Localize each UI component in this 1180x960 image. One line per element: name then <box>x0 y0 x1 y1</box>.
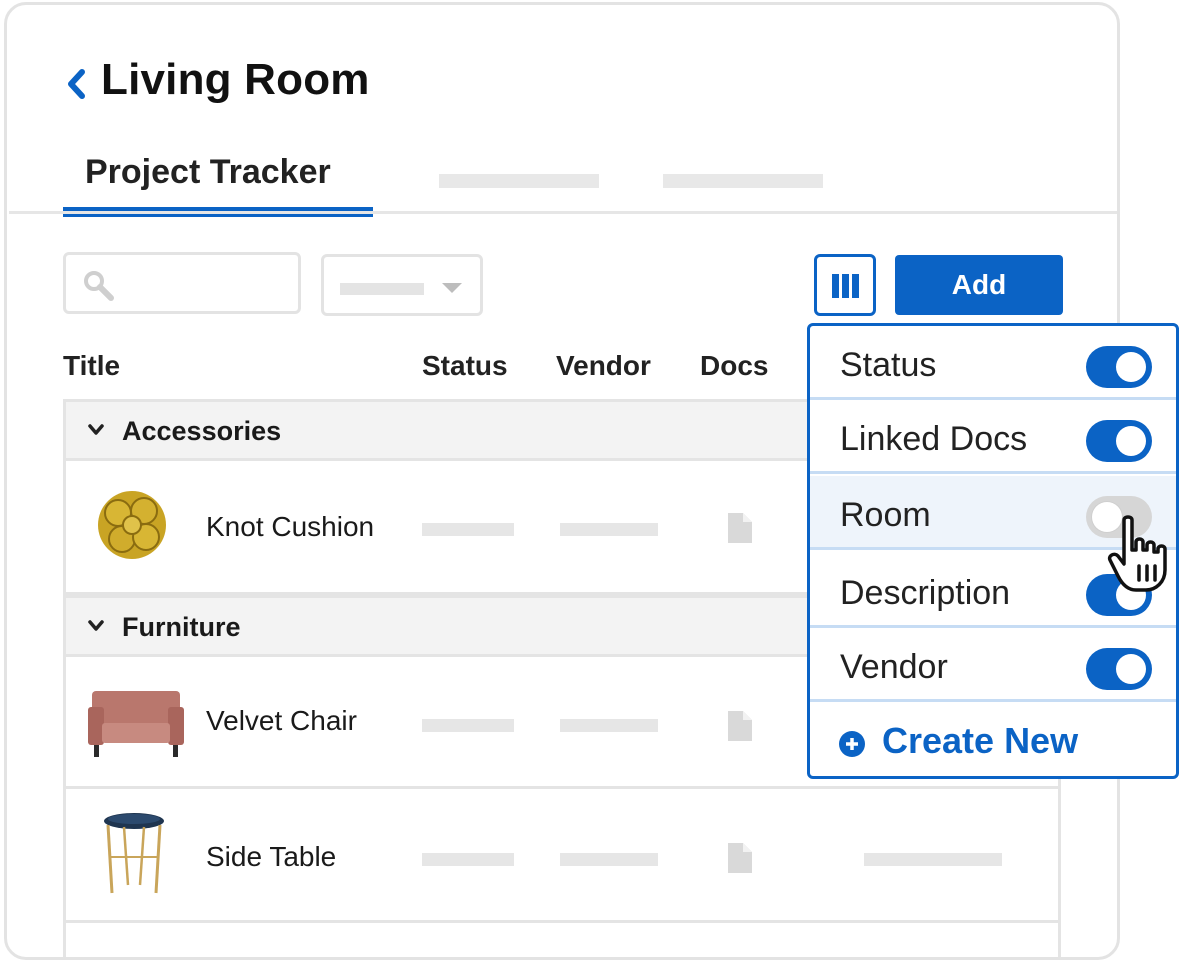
chevron-left-icon[interactable] <box>65 67 87 101</box>
menu-item-label: Vendor <box>840 648 948 686</box>
velvet-chair-image <box>88 691 184 757</box>
column-header-status[interactable]: Status <box>422 350 508 382</box>
tab-label: Project Tracker <box>85 153 331 191</box>
menu-item-label: Description <box>840 574 1011 612</box>
menu-item-label: Linked Docs <box>840 420 1028 458</box>
column-header-vendor[interactable]: Vendor <box>556 350 651 382</box>
filter-dropdown[interactable] <box>321 254 483 316</box>
vendor-placeholder <box>560 853 658 866</box>
plus-circle-icon <box>839 731 865 757</box>
knot-cushion-image <box>98 491 166 559</box>
add-button[interactable]: Add <box>895 255 1063 315</box>
columns-button[interactable] <box>814 254 876 316</box>
chevron-down-icon <box>88 620 104 631</box>
row-title: Side Table <box>206 841 337 872</box>
document-icon[interactable] <box>728 843 752 873</box>
filter-value-placeholder <box>340 283 424 295</box>
vendor-placeholder <box>560 523 658 536</box>
chevron-down-icon <box>88 424 104 435</box>
menu-item-linked-docs[interactable]: Linked Docs <box>810 400 1176 474</box>
column-header-docs[interactable]: Docs <box>700 350 768 382</box>
toggle-switch[interactable] <box>1086 346 1152 388</box>
table-row[interactable]: Side Table <box>66 789 1058 923</box>
status-placeholder <box>422 853 514 866</box>
toggle-switch[interactable] <box>1086 648 1152 690</box>
document-icon[interactable] <box>728 711 752 741</box>
extra-column-placeholder <box>864 853 1002 866</box>
create-new-button[interactable]: Create New <box>810 706 1176 776</box>
search-icon <box>84 271 114 301</box>
page-title: Living Room <box>101 55 370 104</box>
tab-placeholder-2[interactable] <box>439 174 599 188</box>
side-table-image <box>104 813 164 894</box>
row-title: Velvet Chair <box>206 705 357 736</box>
row-title: Knot Cushion <box>206 511 375 542</box>
column-header-title[interactable]: Title <box>63 350 120 382</box>
tab-project-tracker[interactable]: Project Tracker <box>63 145 373 217</box>
menu-item-label: Status <box>840 346 937 384</box>
status-placeholder <box>422 523 514 536</box>
search-input[interactable] <box>63 252 301 314</box>
menu-item-status[interactable]: Status <box>810 326 1176 400</box>
vendor-placeholder <box>560 719 658 732</box>
status-placeholder <box>422 719 514 732</box>
tabs-divider <box>9 211 1117 214</box>
group-label: Furniture <box>122 612 241 642</box>
menu-item-label: Room <box>840 496 931 534</box>
create-new-label: Create New <box>882 720 1079 761</box>
toggle-switch[interactable] <box>1086 420 1152 462</box>
menu-item-vendor[interactable]: Vendor <box>810 628 1176 702</box>
document-icon[interactable] <box>728 513 752 543</box>
tab-placeholder-3[interactable] <box>663 174 823 188</box>
caret-down-icon <box>442 283 462 293</box>
group-label: Accessories <box>122 416 282 446</box>
hand-pointer-icon <box>1107 515 1167 592</box>
